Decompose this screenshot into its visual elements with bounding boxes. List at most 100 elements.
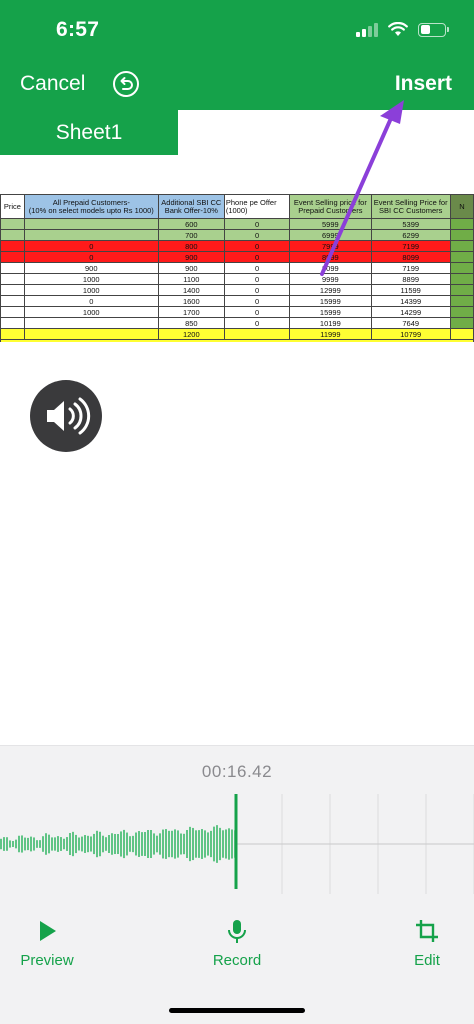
cell-sbi: 1200	[157, 328, 225, 340]
cell-prepaid: 900	[23, 262, 159, 274]
cancel-button[interactable]: Cancel	[20, 72, 85, 96]
table-row: 900 900 0 8099 7199	[0, 262, 474, 274]
cell-event-sbi: 10799	[370, 328, 451, 340]
cell-event-sbi: 8899	[370, 273, 451, 285]
status-time: 6:57	[56, 18, 100, 41]
cell-price	[0, 328, 25, 340]
cell-sbi: 600	[157, 218, 225, 230]
table-row: 1200 11999 10799	[0, 328, 474, 340]
cell-price	[0, 306, 25, 318]
waveform-display[interactable]	[0, 794, 474, 894]
cell-event-sbi: 7649	[370, 317, 451, 329]
cell-price	[0, 240, 25, 252]
status-icons	[356, 22, 449, 37]
header-phonepe: Phone pe Offer (1000)	[223, 194, 291, 219]
record-button[interactable]: Record	[208, 918, 266, 969]
table-row: 0 800 0 7999 7199	[0, 240, 474, 252]
preview-button[interactable]: Preview	[18, 918, 76, 969]
table-row: 850 0 10199 7649	[0, 317, 474, 329]
cell-event-sbi: 5399	[370, 218, 451, 230]
cell-phonepe: 0	[223, 262, 291, 274]
header-event-prepaid: Event Selling price for Prepaid Customer…	[289, 194, 372, 219]
record-label: Record	[212, 952, 262, 969]
signal-icon	[356, 22, 378, 37]
header-prepaid-sub: (10% on select models upto Rs 1000)	[28, 205, 154, 215]
cell-event-sbi: 6299	[370, 229, 451, 241]
preview-label: Preview	[20, 952, 74, 969]
table-note: nounced as "Phone Pe" is coupon discount…	[0, 339, 474, 342]
cell-phonepe: 0	[223, 284, 291, 296]
cell-price	[0, 273, 25, 285]
cell-phonepe	[223, 328, 291, 340]
offer-table: Price All Prepaid Customers- (10% on sel…	[0, 194, 474, 342]
cell-event-prepaid: 12999	[289, 284, 372, 296]
cell-event-prepaid: 9999	[289, 273, 372, 285]
cell-phonepe: 0	[223, 273, 291, 285]
cell-end	[449, 251, 474, 263]
header-prepaid: All Prepaid Customers- (10% on select mo…	[23, 194, 159, 219]
cell-end	[449, 306, 474, 318]
cell-end	[449, 218, 474, 230]
wifi-icon	[388, 22, 408, 36]
cell-sbi: 1600	[157, 295, 225, 307]
cell-phonepe: 0	[223, 251, 291, 263]
cell-end	[449, 295, 474, 307]
cell-sbi: 1400	[157, 284, 225, 296]
cell-event-sbi: 7199	[370, 240, 451, 252]
cell-phonepe: 0	[223, 317, 291, 329]
cell-price	[0, 284, 25, 296]
cell-end	[449, 317, 474, 329]
audio-recorder-panel: 00:16.42 Preview Record Edit	[0, 745, 474, 1024]
navigation-bar: Cancel Insert	[0, 62, 474, 110]
cell-phonepe: 0	[223, 240, 291, 252]
edit-button[interactable]: Edit	[404, 918, 450, 969]
cell-event-sbi: 11599	[370, 284, 451, 296]
cell-event-prepaid: 15999	[289, 295, 372, 307]
table-header-row: Price All Prepaid Customers- (10% on sel…	[0, 194, 474, 219]
cell-end	[449, 328, 474, 340]
cell-prepaid: 1000	[23, 306, 159, 318]
cell-sbi: 1100	[157, 273, 225, 285]
cell-phonepe: 0	[223, 295, 291, 307]
tab-bar-empty	[178, 110, 474, 155]
cell-event-prepaid: 10199	[289, 317, 372, 329]
table-note-row: nounced as "Phone Pe" is coupon discount…	[0, 339, 474, 342]
table-row: 1000 1100 0 9999 8899	[0, 273, 474, 285]
insert-button[interactable]: Insert	[395, 72, 452, 96]
cell-end	[449, 229, 474, 241]
inserted-spreadsheet-image[interactable]: Price All Prepaid Customers- (10% on sel…	[0, 194, 474, 342]
header-sbi: Additional SBI CC Bank Offer-10%	[157, 194, 225, 219]
cell-prepaid	[23, 229, 159, 241]
table-row: 600 0 5999 5399	[0, 218, 474, 230]
cell-prepaid: 0	[23, 295, 159, 307]
cell-phonepe: 0	[223, 218, 291, 230]
sheet-tab-bar: Sheet1	[0, 110, 474, 155]
table-row: 0 1600 0 15999 14399	[0, 295, 474, 307]
cell-sbi: 1700	[157, 306, 225, 318]
cell-event-prepaid: 15999	[289, 306, 372, 318]
cell-prepaid: 1000	[23, 273, 159, 285]
cell-sbi: 900	[157, 251, 225, 263]
cell-event-prepaid: 6999	[289, 229, 372, 241]
crop-icon	[416, 920, 438, 942]
cell-end	[449, 240, 474, 252]
cell-event-prepaid: 8099	[289, 262, 372, 274]
cell-price	[0, 295, 25, 307]
recording-duration: 00:16.42	[201, 762, 273, 781]
cell-event-prepaid: 5999	[289, 218, 372, 230]
cell-prepaid	[23, 328, 159, 340]
header-event-sbi: Event Selling Price for SBI CC Customers	[370, 194, 451, 219]
cell-end	[449, 273, 474, 285]
cell-end	[449, 284, 474, 296]
home-indicator[interactable]	[169, 1008, 305, 1013]
audio-playback-bubble[interactable]	[30, 380, 102, 452]
cell-sbi: 900	[157, 262, 225, 274]
undo-icon[interactable]	[112, 70, 140, 98]
cell-price	[0, 317, 25, 329]
tab-sheet1[interactable]: Sheet1	[0, 110, 178, 155]
table-row: 700 0 6999 6299	[0, 229, 474, 241]
table-row: 0 900 0 8999 8099	[0, 251, 474, 263]
battery-icon	[418, 22, 449, 37]
cell-event-sbi: 14399	[370, 295, 451, 307]
header-end: N	[449, 194, 474, 219]
